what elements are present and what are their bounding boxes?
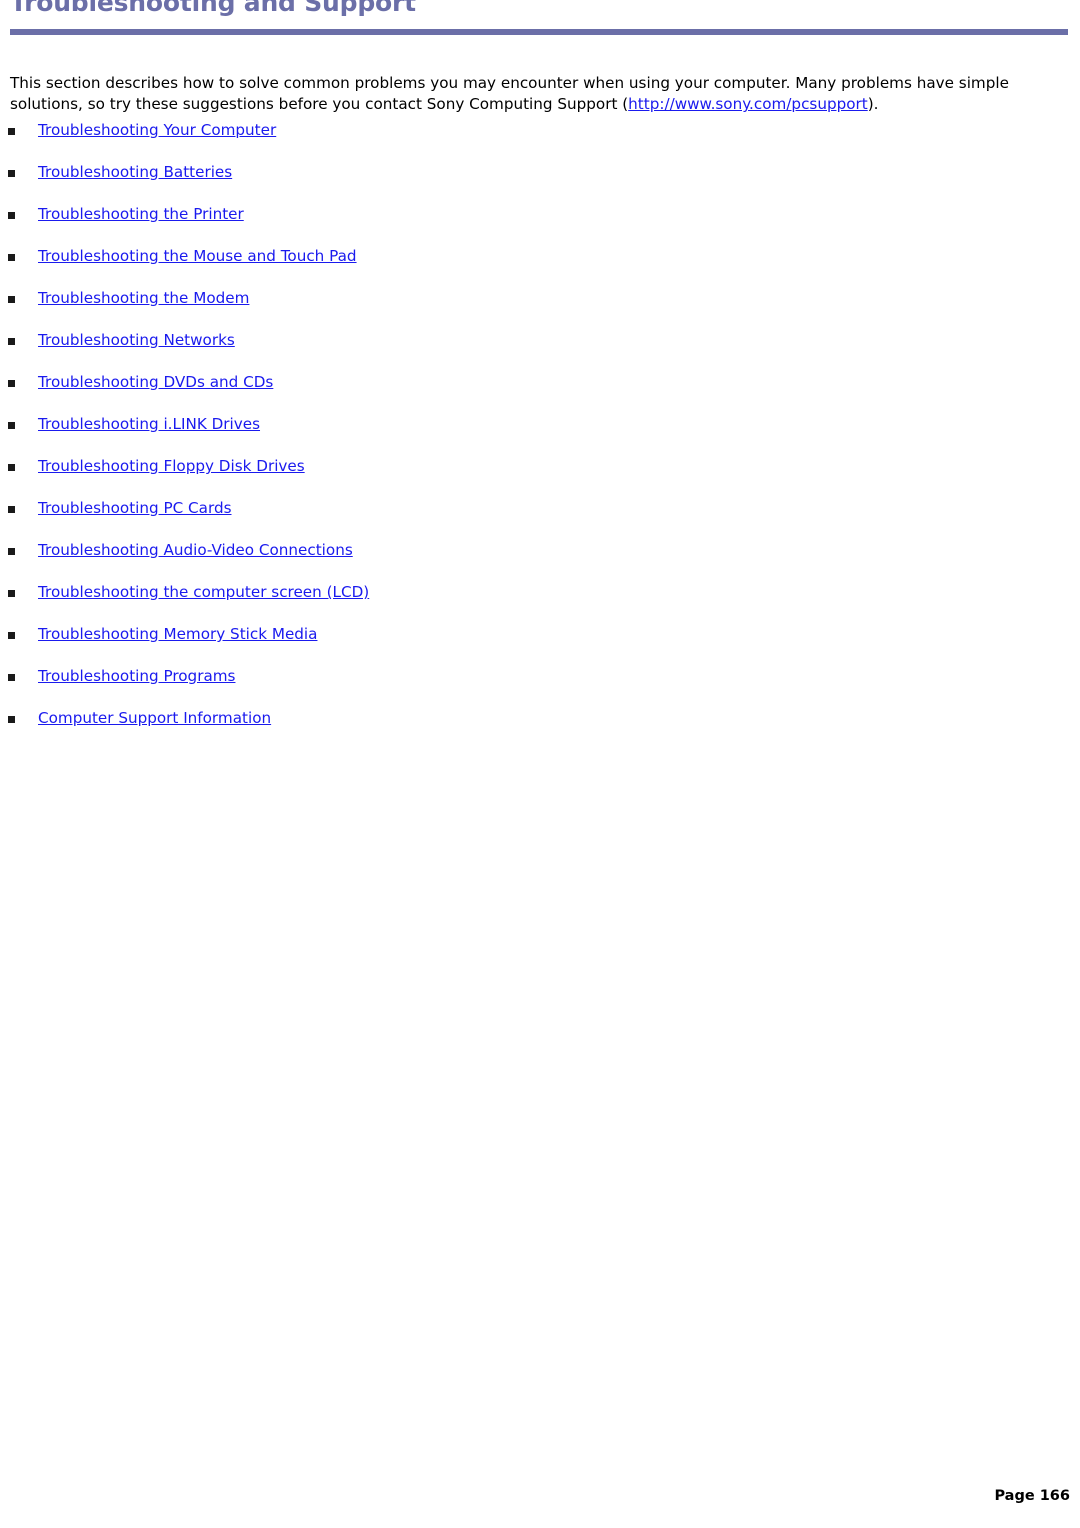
square-bullet-icon — [8, 506, 15, 513]
list-item[interactable]: Troubleshooting Batteries — [0, 162, 1080, 204]
square-bullet-icon — [8, 590, 15, 597]
square-bullet-icon — [8, 338, 15, 345]
link-troubleshooting-floppy-disk-drives[interactable]: Troubleshooting Floppy Disk Drives — [38, 456, 305, 477]
square-bullet-icon — [8, 170, 15, 177]
square-bullet-icon — [8, 254, 15, 261]
square-bullet-icon — [8, 464, 15, 471]
link-troubleshooting-your-computer[interactable]: Troubleshooting Your Computer — [38, 120, 276, 141]
page-heading: Troubleshooting and Support — [10, 0, 1070, 40]
link-troubleshooting-the-mouse-and-touch-pad[interactable]: Troubleshooting the Mouse and Touch Pad — [38, 246, 357, 267]
intro-paragraph: This section describes how to solve comm… — [10, 73, 1070, 115]
heading-divider — [10, 29, 1068, 35]
link-troubleshooting-pc-cards[interactable]: Troubleshooting PC Cards — [38, 498, 232, 519]
page-title: Troubleshooting and Support — [10, 0, 416, 17]
square-bullet-icon — [8, 380, 15, 387]
square-bullet-icon — [8, 296, 15, 303]
sony-pcsupport-link[interactable]: http://www.sony.com/pcsupport — [628, 95, 868, 113]
list-item[interactable]: Troubleshooting PC Cards — [0, 498, 1080, 540]
square-bullet-icon — [8, 212, 15, 219]
list-item[interactable]: Troubleshooting Floppy Disk Drives — [0, 456, 1080, 498]
link-troubleshooting-memory-stick-media[interactable]: Troubleshooting Memory Stick Media — [38, 624, 317, 645]
list-item[interactable]: Troubleshooting the Mouse and Touch Pad — [0, 246, 1080, 288]
list-item[interactable]: Troubleshooting the computer screen (LCD… — [0, 582, 1080, 624]
link-troubleshooting-dvds-and-cds[interactable]: Troubleshooting DVDs and CDs — [38, 372, 273, 393]
list-item[interactable]: Troubleshooting Your Computer — [0, 120, 1080, 162]
troubleshooting-link-list: Troubleshooting Your Computer Troublesho… — [0, 120, 1080, 750]
link-troubleshooting-the-modem[interactable]: Troubleshooting the Modem — [38, 288, 249, 309]
list-item[interactable]: Computer Support Information — [0, 708, 1080, 750]
square-bullet-icon — [8, 716, 15, 723]
link-troubleshooting-ilink-drives[interactable]: Troubleshooting i.LINK Drives — [38, 414, 260, 435]
page-number-footer: Page 166 — [994, 1488, 1070, 1504]
list-item[interactable]: Troubleshooting Memory Stick Media — [0, 624, 1080, 666]
link-troubleshooting-batteries[interactable]: Troubleshooting Batteries — [38, 162, 232, 183]
square-bullet-icon — [8, 674, 15, 681]
list-item[interactable]: Troubleshooting Networks — [0, 330, 1080, 372]
square-bullet-icon — [8, 128, 15, 135]
link-troubleshooting-the-printer[interactable]: Troubleshooting the Printer — [38, 204, 244, 225]
square-bullet-icon — [8, 422, 15, 429]
link-troubleshooting-programs[interactable]: Troubleshooting Programs — [38, 666, 235, 687]
square-bullet-icon — [8, 632, 15, 639]
document-page: Troubleshooting and Support This section… — [0, 0, 1080, 1528]
list-item[interactable]: Troubleshooting Programs — [0, 666, 1080, 708]
list-item[interactable]: Troubleshooting DVDs and CDs — [0, 372, 1080, 414]
link-troubleshooting-audio-video-connections[interactable]: Troubleshooting Audio-Video Connections — [38, 540, 353, 561]
link-computer-support-information[interactable]: Computer Support Information — [38, 708, 271, 729]
list-item[interactable]: Troubleshooting Audio-Video Connections — [0, 540, 1080, 582]
list-item[interactable]: Troubleshooting the Printer — [0, 204, 1080, 246]
square-bullet-icon — [8, 548, 15, 555]
link-troubleshooting-networks[interactable]: Troubleshooting Networks — [38, 330, 235, 351]
intro-text-after-link: ). — [867, 95, 879, 114]
link-troubleshooting-the-computer-screen-lcd[interactable]: Troubleshooting the computer screen (LCD… — [38, 582, 369, 603]
list-item[interactable]: Troubleshooting i.LINK Drives — [0, 414, 1080, 456]
list-item[interactable]: Troubleshooting the Modem — [0, 288, 1080, 330]
